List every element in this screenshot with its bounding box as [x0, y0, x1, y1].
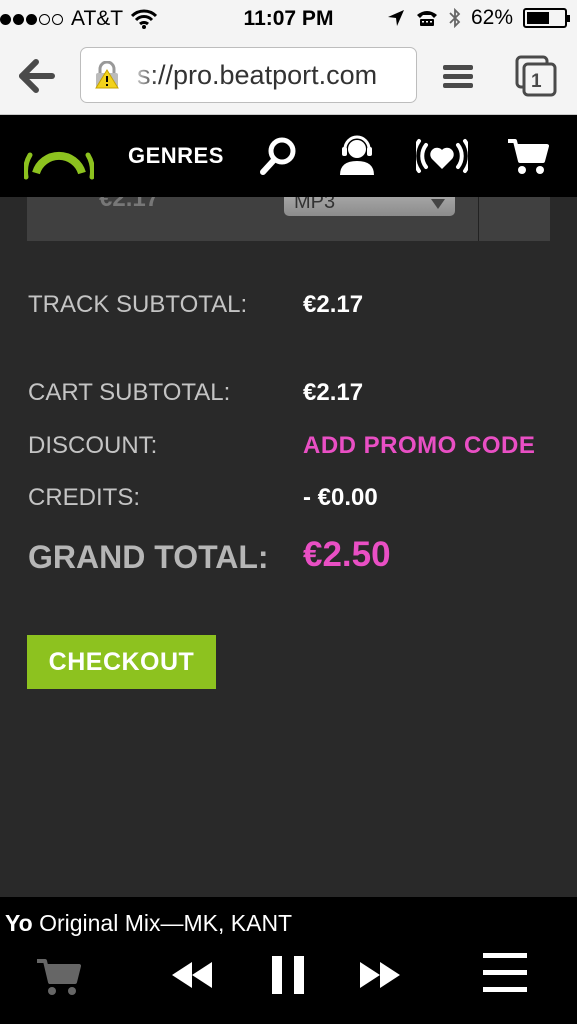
beatport-logo[interactable] — [24, 133, 94, 181]
row-divider — [478, 197, 479, 241]
url-text: s://pro.beatport.com — [137, 60, 378, 90]
url-fade — [129, 48, 157, 102]
menu-icon[interactable] — [483, 953, 527, 993]
cart-icon[interactable] — [507, 135, 549, 177]
track-subtotal-label: TRACK SUBTOTAL: — [28, 291, 248, 318]
search-icon[interactable] — [258, 135, 300, 177]
cart-subtotal-value: €2.17 — [303, 379, 364, 406]
player-bar: Yo Original Mix—MK, KANT — [0, 897, 577, 1024]
battery-icon — [523, 8, 570, 28]
tty-icon — [416, 11, 437, 26]
rewind-icon[interactable] — [172, 962, 212, 988]
cart-track-row: €2.17 MP3 — [27, 197, 550, 241]
format-value: MP3 — [294, 197, 336, 213]
address-bar[interactable]: s://pro.beatport.com — [80, 47, 417, 103]
back-arrow-icon[interactable] — [18, 56, 58, 96]
add-promo-code-link[interactable]: ADD PROMO CODE — [303, 432, 535, 460]
checkout-button[interactable]: CHECKOUT — [27, 635, 216, 689]
browser-toolbar: s://pro.beatport.com 1 — [0, 38, 577, 115]
credits-value: - €0.00 — [303, 484, 378, 511]
discount-label: DISCOUNT: — [28, 432, 158, 459]
site-nav: GENRES — [0, 115, 577, 197]
credits-label: CREDITS: — [28, 484, 141, 511]
fast-forward-icon[interactable] — [360, 962, 400, 988]
location-arrow-icon — [387, 10, 404, 26]
track-subtotal-value: €2.17 — [303, 291, 364, 318]
reader-list-icon[interactable] — [443, 65, 473, 89]
status-right: 62% — [387, 6, 570, 30]
track-price: €2.17 — [99, 197, 160, 212]
battery-percent: 62% — [470, 6, 513, 29]
cart-subtotal-label: CART SUBTOTAL: — [28, 379, 231, 406]
bluetooth-icon — [449, 8, 461, 28]
track-detail: Original Mix—MK, KANT — [32, 910, 293, 936]
status-bar: AT&T 11:07 PM 62% — [0, 0, 577, 38]
heart-radio-icon[interactable] — [416, 135, 468, 177]
grand-total-value: €2.50 — [303, 535, 391, 574]
player-cart-icon[interactable] — [36, 955, 82, 997]
genres-link[interactable]: GENRES — [128, 143, 224, 169]
grand-total-label: GRAND TOTAL: — [28, 539, 269, 575]
now-playing[interactable]: Yo Original Mix—MK, KANT — [5, 910, 292, 937]
tab-count: 1 — [531, 71, 542, 92]
track-title: Yo — [5, 910, 33, 936]
format-select[interactable]: MP3 — [284, 197, 455, 216]
lock-warning-icon — [95, 61, 119, 89]
chevron-down-icon — [431, 199, 445, 209]
user-headphones-icon[interactable] — [336, 135, 378, 177]
pause-icon[interactable] — [272, 956, 304, 994]
